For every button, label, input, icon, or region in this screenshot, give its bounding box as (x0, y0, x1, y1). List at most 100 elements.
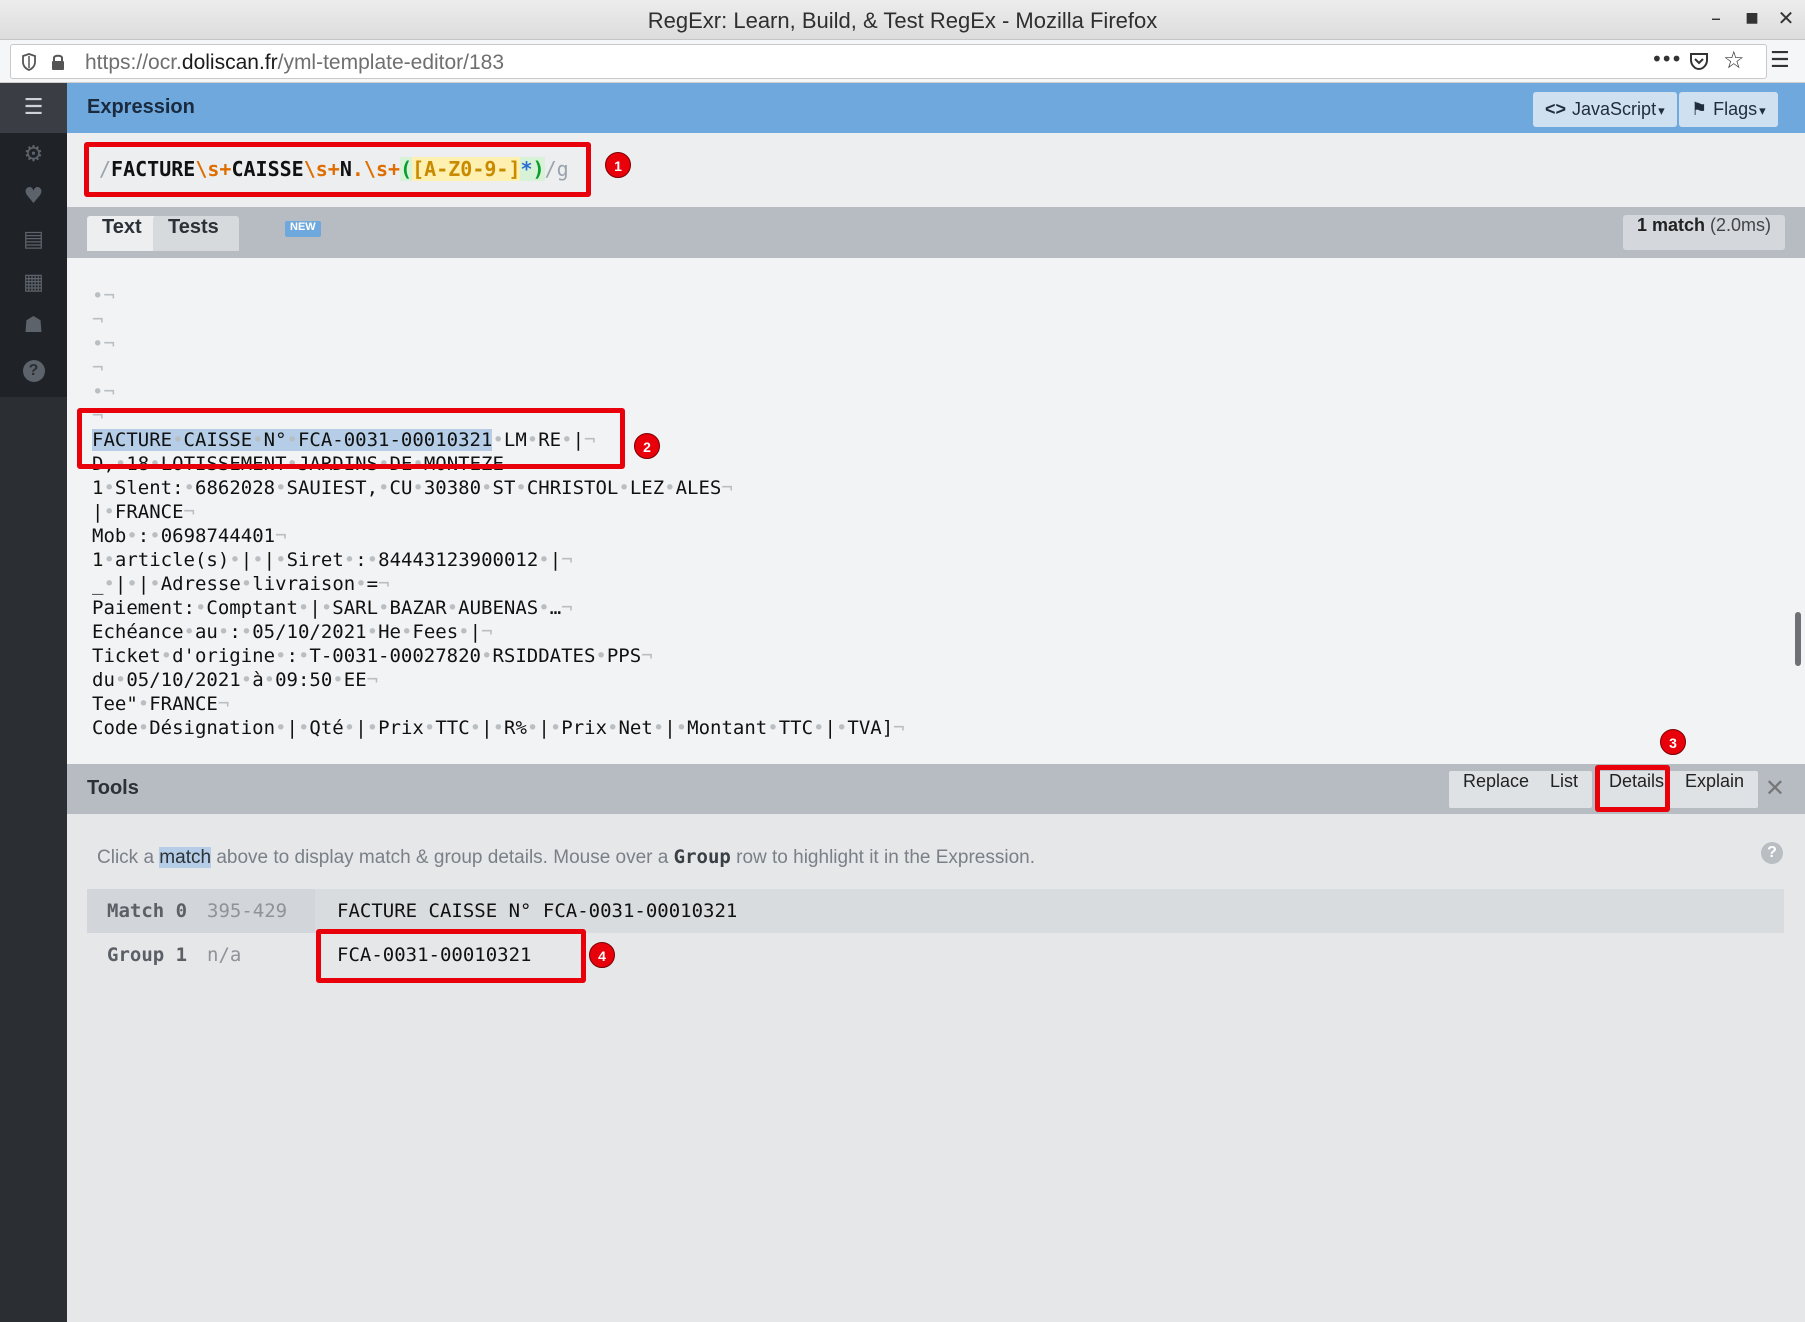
gear-icon[interactable]: ⚙ (0, 135, 67, 175)
hamburger-menu-icon[interactable]: ☰ (1770, 48, 1790, 73)
close-tools-icon[interactable]: ✕ (1765, 774, 1785, 802)
replace-button[interactable]: Replace (1449, 771, 1544, 808)
text-line: _•|•|•Adresse•livraison•=¬ (92, 572, 905, 596)
line-text: à (252, 669, 264, 691)
language-dropdown-button[interactable]: <> JavaScript ▾ (1533, 92, 1677, 127)
line-text: • (423, 717, 436, 739)
eol-marker: ¬ (561, 597, 573, 619)
language-label: JavaScript (1572, 99, 1657, 119)
line-text: • (297, 645, 310, 667)
line-text: | (664, 717, 676, 739)
line-text: • (446, 597, 459, 619)
line-text: • (366, 549, 379, 571)
text-line: •¬ (92, 332, 905, 356)
page-actions-icon[interactable]: ••• (1651, 47, 1682, 71)
help-icon[interactable]: ? (1761, 842, 1783, 864)
line-text: 05/10/2021 (126, 669, 241, 691)
line-text: Qté (309, 717, 344, 739)
details-panel: Click a match above to display match & g… (67, 814, 1805, 1322)
line-text: Echéance (92, 621, 184, 643)
community-icon[interactable]: ☗ (0, 306, 67, 346)
eol-marker: ¬ (721, 477, 733, 499)
line-text: | (481, 717, 493, 739)
line-text: | (309, 597, 321, 619)
list-button[interactable]: List (1536, 771, 1593, 808)
line-text: 6862028 (195, 477, 276, 499)
line-text: | (114, 573, 127, 595)
pocket-icon[interactable] (1689, 51, 1709, 71)
text-line: Ticket•d'origine•:•T-0031-00027820•RSIDD… (92, 644, 905, 668)
line-text: 0698744401 (160, 525, 276, 547)
line-text: • (160, 645, 173, 667)
line-text: | (92, 501, 104, 523)
line-text: • (400, 621, 413, 643)
line-text: • (183, 621, 195, 643)
eol-marker: ¬ (103, 333, 115, 355)
new-badge: NEW (285, 221, 321, 237)
text-line: ¬ (92, 308, 905, 332)
eol-marker: ¬ (275, 525, 287, 547)
shield-icon[interactable] (21, 53, 37, 71)
help-icon[interactable]: ? (0, 349, 67, 389)
line-text: • (240, 621, 253, 643)
line-text: 09:50 (275, 669, 333, 691)
minimize-icon[interactable]: – (1702, 6, 1730, 30)
line-text: • (103, 501, 115, 523)
match-row[interactable]: Match 0 395-429 FACTURE CAISSE N° FCA-00… (87, 889, 1784, 933)
line-text: Paiement: (92, 597, 195, 619)
cheatsheet-icon[interactable]: ▤ (0, 220, 67, 260)
line-text: PPS (606, 645, 642, 667)
test-text-lines[interactable]: •¬ ¬ •¬ ¬ •¬ ¬ FACTURE•CAISSE•N°•FCA-0031-0001… (92, 284, 905, 740)
line-text: | (355, 717, 367, 739)
text-scrollbar[interactable] (1795, 612, 1801, 666)
maximize-icon[interactable]: ■ (1738, 10, 1766, 26)
line-text: • (835, 717, 848, 739)
chevron-down-icon: ▾ (1658, 103, 1665, 118)
eol-marker: ¬ (92, 309, 104, 331)
tab-tests[interactable]: Tests (153, 216, 239, 251)
line-text: • (492, 717, 505, 739)
eol-marker: ¬ (366, 669, 379, 691)
hint-group-word: Group (673, 846, 731, 868)
line-text: FRANCE (114, 501, 184, 523)
line-text: Code (92, 717, 138, 739)
line-text: CHRISTOL (526, 477, 619, 499)
heart-icon[interactable]: ♥ (0, 177, 67, 217)
eol-marker: ¬ (641, 645, 653, 667)
line-text: • (332, 669, 344, 691)
line-text: • (275, 645, 287, 667)
line-text: • (126, 525, 138, 547)
line-text: • (675, 717, 688, 739)
line-text: TTC (435, 717, 470, 739)
tab-text[interactable]: Text (87, 216, 157, 251)
flags-dropdown-button[interactable]: ⚑ Flags ▾ (1679, 92, 1778, 127)
line-text: • (664, 477, 676, 499)
lock-icon[interactable] (51, 53, 65, 71)
line-text: • (240, 573, 253, 595)
line-text: | (286, 717, 298, 739)
details-hint: Click a match above to display match & g… (97, 846, 1035, 869)
line-text: | (549, 549, 562, 571)
address-bar[interactable]: https://ocr.doliscan.fr/yml-template-edi… (10, 44, 1767, 79)
line-text: Adresse (160, 573, 241, 595)
hint-text: Click a (97, 847, 160, 868)
text-tabs-bar: Text Tests NEW 1 match (2.0ms) (67, 207, 1805, 258)
url-text[interactable]: https://ocr.doliscan.fr/yml-template-edi… (85, 51, 504, 75)
bookmark-star-icon[interactable]: ☆ (1723, 46, 1745, 74)
test-text-area[interactable]: •¬ ¬ •¬ ¬ •¬ ¬ FACTURE•CAISSE•N°•FCA-0031-0001… (67, 258, 1805, 764)
line-text: d'origine (172, 645, 276, 667)
flag-icon: ⚑ (1691, 99, 1708, 119)
close-window-icon[interactable]: ✕ (1772, 6, 1800, 30)
text-line: 1•Slent:•6862028•SAUIEST,•CU•30380•ST•CH… (92, 476, 905, 500)
explain-button[interactable]: Explain (1671, 771, 1759, 808)
text-line: Paiement:•Comptant•|•SARL•BAZAR•AUBENAS•… (92, 596, 905, 620)
list-icon[interactable]: ☰ (0, 83, 67, 133)
line-text: SAUIEST, (286, 477, 379, 499)
line-text: • (378, 597, 390, 619)
line-text: • (366, 717, 379, 739)
line-text: du (92, 669, 115, 691)
line-text: • (263, 669, 276, 691)
text-line: Code•Désignation•|•Qté•|•Prix•TTC•|•R%•|… (92, 716, 905, 740)
line-text: • (229, 549, 241, 571)
reference-icon[interactable]: ▦ (0, 263, 67, 303)
